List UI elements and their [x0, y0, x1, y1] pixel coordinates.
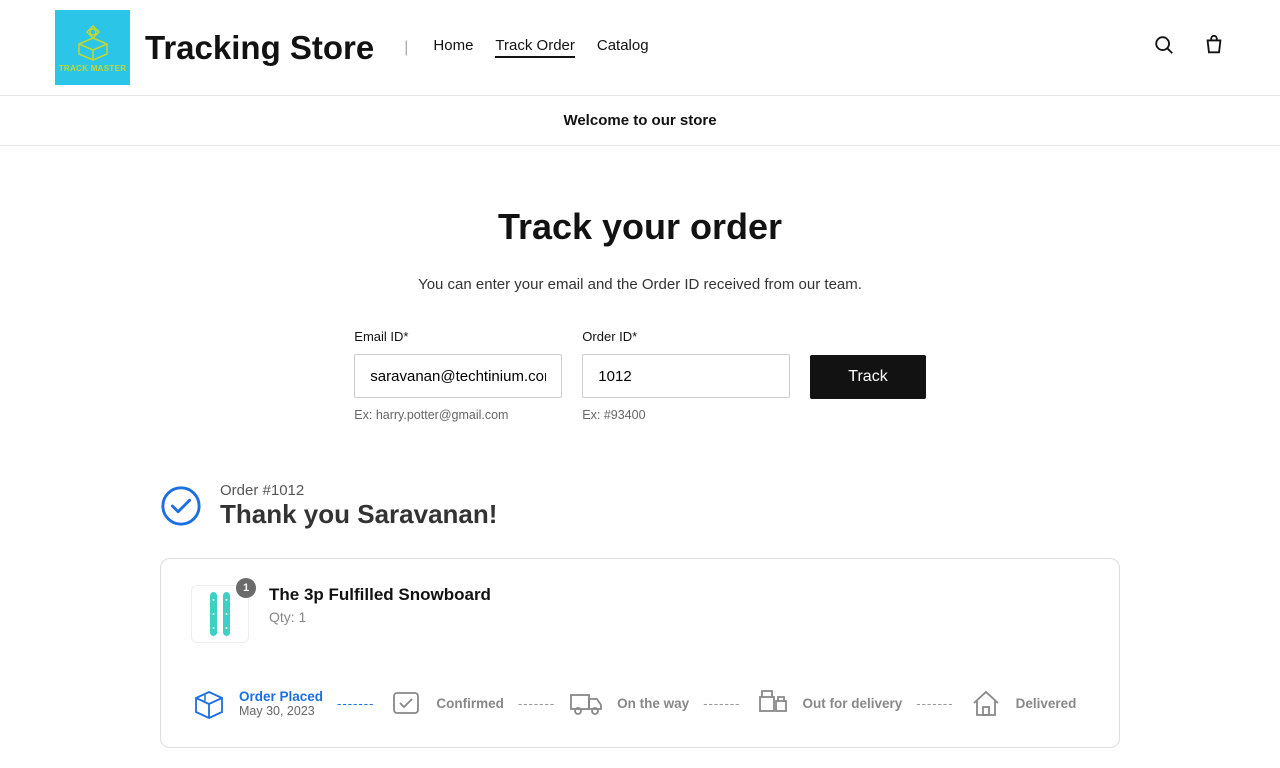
- step-out-for-delivery: Out for delivery: [755, 685, 903, 721]
- nav-track-order[interactable]: Track Order: [495, 37, 574, 58]
- step-delivered: Delivered: [968, 685, 1077, 721]
- step-date: May 30, 2023: [239, 704, 323, 718]
- check-circle-icon: [160, 485, 202, 527]
- email-group: Email ID* Ex: harry.potter@gmail.com: [354, 329, 562, 422]
- connector: -------: [337, 696, 374, 711]
- delivery-icon: [755, 685, 791, 721]
- connector: -------: [703, 696, 740, 711]
- email-hint: Ex: harry.potter@gmail.com: [354, 408, 562, 422]
- logo-text: TRACK MASTER: [59, 64, 127, 73]
- order-label: Order ID*: [582, 329, 790, 344]
- result-section: Order #1012 Thank you Saravanan! 1 The 3…: [160, 482, 1120, 748]
- step-label: On the way: [617, 696, 689, 711]
- step-label: Confirmed: [436, 696, 504, 711]
- nav-home[interactable]: Home: [433, 37, 473, 58]
- product-qty: Qty: 1: [269, 609, 491, 625]
- step-label: Order Placed: [239, 689, 323, 704]
- snowboard-icon: [202, 590, 238, 638]
- email-label: Email ID*: [354, 329, 562, 344]
- product-name: The 3p Fulfilled Snowboard: [269, 585, 491, 605]
- search-icon[interactable]: [1153, 34, 1175, 61]
- divider: |: [404, 39, 408, 57]
- order-field[interactable]: [582, 354, 790, 398]
- order-id-line: Order #1012: [220, 482, 497, 499]
- main-nav: Home Track Order Catalog: [433, 37, 648, 58]
- main-content: Track your order You can enter your emai…: [140, 146, 1140, 768]
- thank-you-text: Thank you Saravanan!: [220, 499, 497, 530]
- email-field[interactable]: [354, 354, 562, 398]
- box-icon: [191, 685, 227, 721]
- step-order-placed: Order Placed May 30, 2023: [191, 685, 323, 721]
- welcome-banner: Welcome to our store: [0, 96, 1280, 146]
- nav-catalog[interactable]: Catalog: [597, 37, 649, 58]
- step-on-the-way: On the way: [569, 685, 689, 721]
- progress-tracker: Order Placed May 30, 2023 ------- Confir…: [191, 685, 1089, 721]
- product-row: 1 The 3p Fulfilled Snowboard Qty: 1: [191, 585, 1089, 643]
- check-box-icon: [388, 685, 424, 721]
- cart-icon[interactable]: [1203, 34, 1225, 61]
- store-logo[interactable]: TRACK MASTER: [55, 10, 130, 85]
- order-hint: Ex: #93400: [582, 408, 790, 422]
- connector: -------: [518, 696, 555, 711]
- order-group: Order ID* Ex: #93400: [582, 329, 790, 422]
- step-label: Out for delivery: [803, 696, 903, 711]
- house-icon: [968, 685, 1004, 721]
- track-form: Email ID* Ex: harry.potter@gmail.com Ord…: [160, 329, 1120, 422]
- store-name[interactable]: Tracking Store: [145, 29, 374, 67]
- step-label: Delivered: [1016, 696, 1077, 711]
- truck-icon: [569, 685, 605, 721]
- step-confirmed: Confirmed: [388, 685, 504, 721]
- main-header: TRACK MASTER Tracking Store | Home Track…: [0, 0, 1280, 96]
- track-button[interactable]: Track: [810, 355, 925, 399]
- header-actions: [1153, 34, 1225, 61]
- page-title: Track your order: [160, 206, 1120, 248]
- box-pin-icon: [73, 22, 113, 62]
- qty-badge: 1: [236, 578, 256, 598]
- page-subtitle: You can enter your email and the Order I…: [160, 276, 1120, 293]
- product-thumbnail: 1: [191, 585, 249, 643]
- result-header: Order #1012 Thank you Saravanan!: [160, 482, 1120, 530]
- connector: -------: [916, 696, 953, 711]
